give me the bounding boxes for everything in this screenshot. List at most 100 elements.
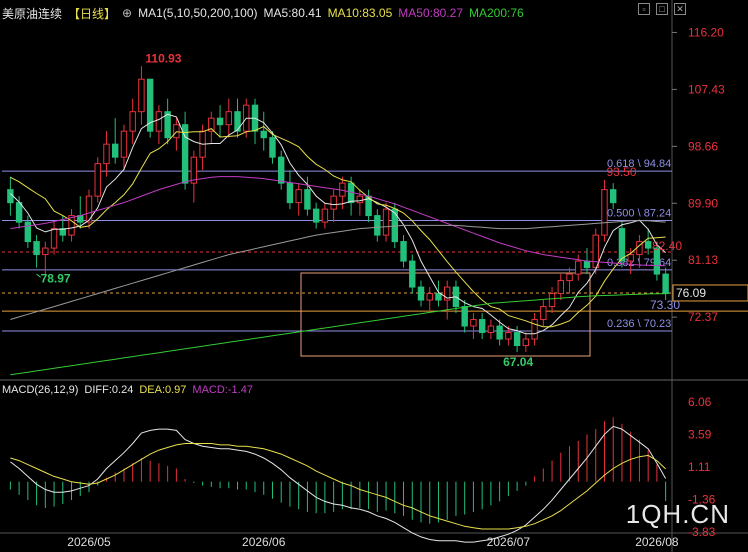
fib-level-label: 0.236 \ 70.23 xyxy=(607,318,671,330)
candle-body xyxy=(505,332,512,340)
candle-body xyxy=(382,208,390,236)
candle-body xyxy=(33,241,40,256)
chart-header: 美原油连续 【日线】 ⊕ MA1(5,10,50,200,100) MA5:80… xyxy=(2,4,524,22)
candle-body xyxy=(269,137,276,158)
candle-body xyxy=(68,215,75,236)
macd-value: MACD:-1.47 xyxy=(192,384,253,396)
diff-value: DIFF:0.24 xyxy=(84,384,134,396)
candle-body xyxy=(426,293,433,301)
candle-body xyxy=(138,78,145,113)
candle-body xyxy=(513,332,521,347)
candle-body xyxy=(15,202,23,223)
peak2-label: 93.50 xyxy=(606,165,636,179)
expand-icon[interactable]: ▫ xyxy=(638,3,650,15)
diff-line xyxy=(10,425,667,543)
candle-body xyxy=(496,325,503,340)
candle-body xyxy=(304,189,311,210)
candle-body xyxy=(216,117,224,126)
candle-body xyxy=(391,208,398,243)
price-chart: 116.20 107.43 98.66 89.90 81.13 72.37 6.06 3.5… xyxy=(0,0,748,552)
copy-icon[interactable]: □ xyxy=(656,3,668,15)
candle-body xyxy=(312,208,320,223)
watermark: 1QH.CN xyxy=(625,499,730,529)
date-tick-label: 2026/08 xyxy=(635,535,679,549)
candle-body xyxy=(470,319,477,327)
candle-body xyxy=(531,319,538,340)
instrument-name: 美原油连续 xyxy=(2,6,63,21)
candle-body xyxy=(566,273,573,282)
candle-body xyxy=(146,78,154,132)
candle-body xyxy=(50,228,58,249)
ma50-value: MA50:80.27 xyxy=(398,6,463,20)
price-tick-label: 81.13 xyxy=(688,253,718,267)
candle-body xyxy=(522,338,530,347)
candle-body xyxy=(409,260,416,288)
price-tick-label: 89.90 xyxy=(688,196,718,210)
candle-body xyxy=(129,111,136,132)
settings-circle-icon[interactable]: ⊕ xyxy=(122,6,132,20)
close-icon[interactable]: ✕ xyxy=(674,3,686,15)
candle-body xyxy=(557,280,564,295)
candle-body xyxy=(644,241,652,249)
candle-body xyxy=(478,319,486,334)
ma-label: MA1(5,10,50,200,100) xyxy=(138,6,258,20)
candle-body xyxy=(112,143,119,158)
dea-line xyxy=(10,443,666,530)
macd-header: MACD(26,12,9) DIFF:0.24 DEA:0.97 MACD:-1… xyxy=(2,384,253,396)
candle-body xyxy=(260,130,267,139)
ma5-value: MA5:80.41 xyxy=(263,6,322,20)
ma200-line xyxy=(10,293,666,376)
dea-value: DEA:0.97 xyxy=(139,384,187,396)
consolidation-box xyxy=(300,272,591,357)
level-label: 82.40 xyxy=(652,239,682,253)
candle-body xyxy=(610,189,617,204)
date-tick-label: 2026/06 xyxy=(242,535,286,549)
candle-body xyxy=(601,189,608,236)
price-tick-label: 72.37 xyxy=(688,310,718,324)
candle-body xyxy=(330,195,337,210)
candle-body xyxy=(234,111,241,132)
candle-body xyxy=(583,260,591,269)
macd-tick-label: 6.06 xyxy=(688,395,712,409)
low1-label: 78.97 xyxy=(41,271,71,285)
macd-title: MACD(26,12,9) xyxy=(2,384,79,396)
candle-body xyxy=(618,228,626,262)
candle-body xyxy=(374,215,381,236)
macd-panel xyxy=(9,417,667,543)
candle-body xyxy=(295,189,302,204)
price-tick-label: 107.43 xyxy=(688,82,725,96)
candle-body xyxy=(103,143,110,165)
ma10-value: MA10:83.05 xyxy=(327,6,393,20)
candle-body xyxy=(24,221,32,243)
candle-body xyxy=(662,273,669,295)
candle-body xyxy=(155,111,163,132)
candle-body xyxy=(173,124,180,139)
candle-body xyxy=(286,182,294,204)
ma200-value: MA200:76 xyxy=(469,6,524,20)
candle-body xyxy=(7,189,14,204)
window-icons: ▫ □ ✕ xyxy=(638,3,686,15)
candle-body xyxy=(548,293,556,308)
candle-body xyxy=(487,325,495,334)
macd-tick-label: 1.11 xyxy=(688,460,711,474)
fib-level-label: 0.500 \ 87.24 xyxy=(607,208,671,220)
price-tick-label: 98.66 xyxy=(688,139,718,153)
candle-body xyxy=(417,286,425,301)
last-price-label: 76.09 xyxy=(676,286,706,300)
high-label: 110.93 xyxy=(145,52,181,66)
macd-tick-label: 3.59 xyxy=(688,427,712,441)
candle-body xyxy=(42,247,49,256)
candle-body xyxy=(575,260,582,275)
candle-body xyxy=(461,306,468,327)
candle-body xyxy=(321,208,329,223)
candle-body xyxy=(278,156,285,184)
candle-body xyxy=(540,306,547,321)
period-label[interactable]: 【日线】 xyxy=(68,5,116,22)
grid-lines xyxy=(0,0,748,552)
low2-label: 67.04 xyxy=(503,355,533,369)
candle-body xyxy=(435,293,442,301)
candle-body xyxy=(94,163,101,197)
date-axis: 2026/05 2026/06 2026/07 2026/08 xyxy=(67,535,679,549)
date-tick-label: 2026/07 xyxy=(487,535,531,549)
candle-body xyxy=(592,234,599,269)
